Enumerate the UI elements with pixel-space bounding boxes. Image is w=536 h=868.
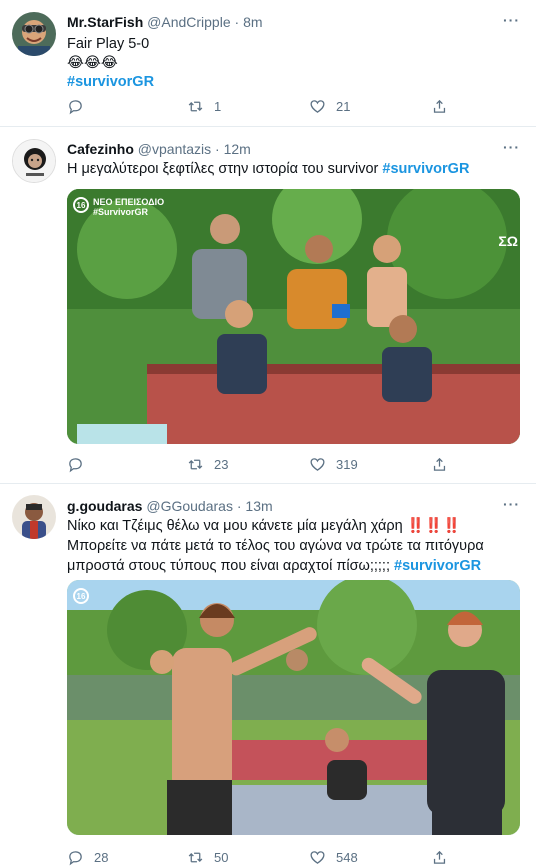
avatar[interactable] xyxy=(12,495,56,539)
heart-icon xyxy=(310,850,325,864)
tweet-header: g.goudaras @GGoudaras · 13m xyxy=(67,498,273,514)
separator: · xyxy=(234,14,240,30)
survivor-highfive-image xyxy=(67,580,520,835)
episode-overlay-text: ΝΕΟ ΕΠΕΙΣΟΔΙΟ #SurvivorGR xyxy=(93,197,165,217)
retweet-count: 50 xyxy=(214,849,229,865)
avatar[interactable] xyxy=(12,139,56,183)
heart-icon xyxy=(310,99,325,113)
reply-button[interactable] xyxy=(67,454,94,474)
separator: · xyxy=(236,498,242,514)
hashtag-link[interactable]: #survivorGR xyxy=(394,558,481,574)
like-count: 548 xyxy=(336,849,358,865)
separator: · xyxy=(215,141,220,157)
display-name[interactable]: g.goudaras xyxy=(67,498,142,514)
handle[interactable]: @AndCripple xyxy=(147,14,230,30)
tweet-body-part-1: Νίκο και Τζέιμς θέλω να μου κάνετε μία μ… xyxy=(67,518,403,534)
reply-icon xyxy=(69,99,82,114)
tweet-header: Cafezinho @vpantazis · 12m xyxy=(67,141,251,157)
retweet-button[interactable]: 50 xyxy=(187,847,228,867)
tweet-line: Fair Play 5-0 xyxy=(67,36,150,52)
reply-icon xyxy=(69,850,82,865)
survivor-scene-image xyxy=(67,189,520,444)
share-button[interactable] xyxy=(431,847,448,867)
episode-badge: 16 xyxy=(73,197,89,213)
timestamp[interactable]: 8m xyxy=(243,14,262,30)
tweet-1[interactable]: Mr.StarFish @AndCripple · 8m ··· Fair Pl… xyxy=(0,0,536,127)
display-name[interactable]: Mr.StarFish xyxy=(67,14,143,30)
tweet-body: Η μεγαλύτεροι ξεφτίλες στην ιστορία του … xyxy=(67,161,379,177)
retweet-button[interactable]: 23 xyxy=(187,454,228,474)
hashtag-link[interactable]: #survivorGR xyxy=(67,73,522,92)
channel-corner-text: ΣΩ xyxy=(498,233,518,249)
action-bar: 23 319 xyxy=(67,454,462,474)
avatar[interactable] xyxy=(12,12,56,56)
retweet-icon xyxy=(188,101,203,111)
action-bar: 28 50 548 xyxy=(67,847,462,867)
reply-button[interactable]: 28 xyxy=(67,847,108,867)
heart-icon xyxy=(310,457,325,471)
tweet-text: Η μεγαλύτεροι ξεφτίλες στην ιστορία του … xyxy=(67,160,522,179)
exclamation-emoji: ‼️‼️‼️ xyxy=(406,518,461,534)
more-options-icon[interactable]: ··· xyxy=(503,12,520,28)
tweet-text: Νίκο και Τζέιμς θέλω να μου κάνετε μία μ… xyxy=(67,516,522,576)
more-options-icon[interactable]: ··· xyxy=(503,496,520,512)
tweet-2[interactable]: Cafezinho @vpantazis · 12m ··· Η μεγαλύτ… xyxy=(0,127,536,484)
reply-icon xyxy=(69,457,82,472)
retweet-icon xyxy=(188,852,203,862)
emoji-line: 😂😂😂 xyxy=(67,55,118,71)
reply-count: 28 xyxy=(94,849,109,865)
like-count: 319 xyxy=(336,456,358,472)
like-button[interactable]: 548 xyxy=(309,847,358,867)
handle[interactable]: @vpantazis xyxy=(138,141,211,157)
tweet-image[interactable]: 16 xyxy=(67,580,520,835)
reply-button[interactable] xyxy=(67,96,94,116)
display-name[interactable]: Cafezinho xyxy=(67,141,134,157)
retweet-count: 23 xyxy=(214,456,229,472)
action-bar: 1 21 xyxy=(67,96,462,116)
retweet-count: 1 xyxy=(214,98,222,114)
tweet-header: Mr.StarFish @AndCripple · 8m xyxy=(67,14,263,30)
like-button[interactable]: 21 xyxy=(309,96,350,116)
share-icon xyxy=(433,457,446,471)
tweet-text: Fair Play 5-0 😂😂😂 #survivorGR xyxy=(67,35,522,92)
share-button[interactable] xyxy=(431,454,448,474)
hashtag-link[interactable]: #survivorGR xyxy=(382,161,469,177)
share-icon xyxy=(433,850,446,864)
tweet-image[interactable]: 16 ΝΕΟ ΕΠΕΙΣΟΔΙΟ #SurvivorGR ΣΩ xyxy=(67,189,520,444)
handle[interactable]: @GGoudaras xyxy=(146,498,233,514)
timestamp[interactable]: 13m xyxy=(245,498,272,514)
retweet-icon xyxy=(188,459,203,469)
like-count: 21 xyxy=(336,98,351,114)
more-options-icon[interactable]: ··· xyxy=(503,139,520,155)
tweet-3[interactable]: g.goudaras @GGoudaras · 13m ··· Νίκο και… xyxy=(0,484,536,868)
episode-badge: 16 xyxy=(73,588,89,604)
share-icon xyxy=(433,99,446,113)
share-button[interactable] xyxy=(431,96,448,116)
timestamp[interactable]: 12m xyxy=(224,141,251,157)
retweet-button[interactable]: 1 xyxy=(187,96,221,116)
like-button[interactable]: 319 xyxy=(309,454,358,474)
